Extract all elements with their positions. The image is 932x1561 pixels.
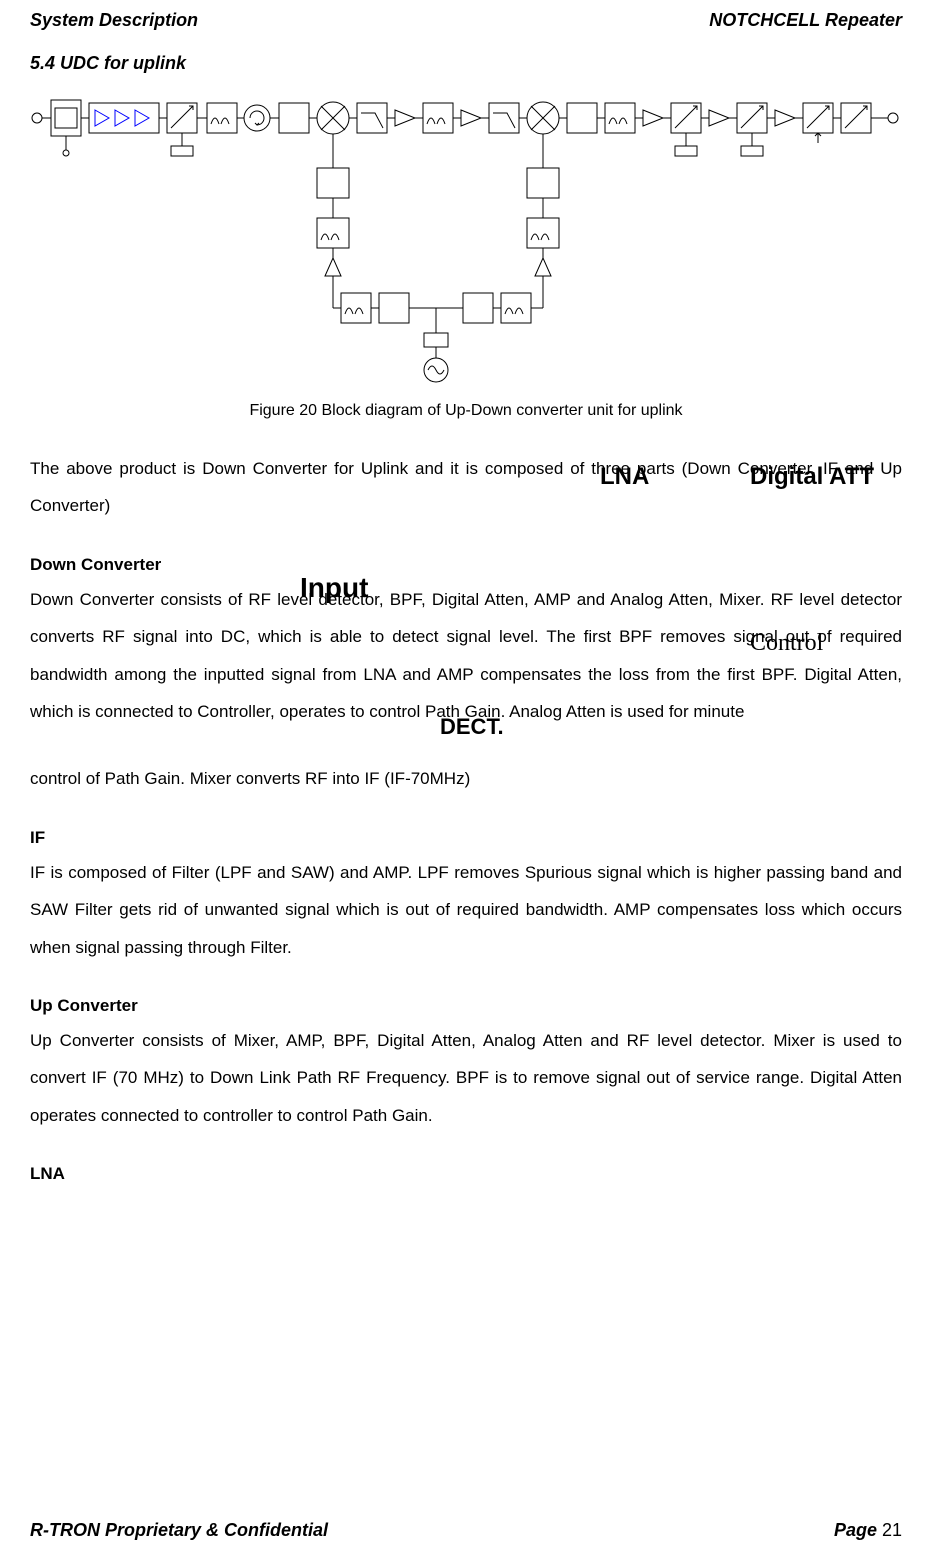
figure-caption: Figure 20 Block diagram of Up-Down conve… — [30, 402, 902, 420]
down-converter-heading: Down Converter — [30, 555, 902, 575]
header-right: NOTCHCELL Repeater — [709, 10, 902, 31]
down-converter-body-2: control of Path Gain. Mixer converts RF … — [30, 760, 902, 797]
if-heading: IF — [30, 828, 902, 848]
block-diagram — [30, 88, 902, 388]
if-body: IF is composed of Filter (LPF and SAW) a… — [30, 854, 902, 966]
down-converter-body-1: Down Converter consists of RF level dete… — [30, 581, 902, 731]
footer-page: Page 21 — [834, 1520, 902, 1541]
footer-left: R-TRON Proprietary & Confidential — [30, 1520, 328, 1541]
up-converter-heading: Up Converter — [30, 996, 902, 1016]
section-title: 5.4 UDC for uplink — [30, 53, 902, 74]
lna-heading: LNA — [30, 1164, 902, 1184]
header-left: System Description — [30, 10, 198, 31]
footer-page-number: 21 — [882, 1520, 902, 1540]
page-header: System Description NOTCHCELL Repeater — [30, 0, 902, 31]
footer-page-label: Page — [834, 1520, 882, 1540]
up-converter-body: Up Converter consists of Mixer, AMP, BPF… — [30, 1022, 902, 1134]
page-footer: R-TRON Proprietary & Confidential Page 2… — [30, 1520, 902, 1541]
intro-paragraph: The above product is Down Converter for … — [30, 450, 902, 525]
